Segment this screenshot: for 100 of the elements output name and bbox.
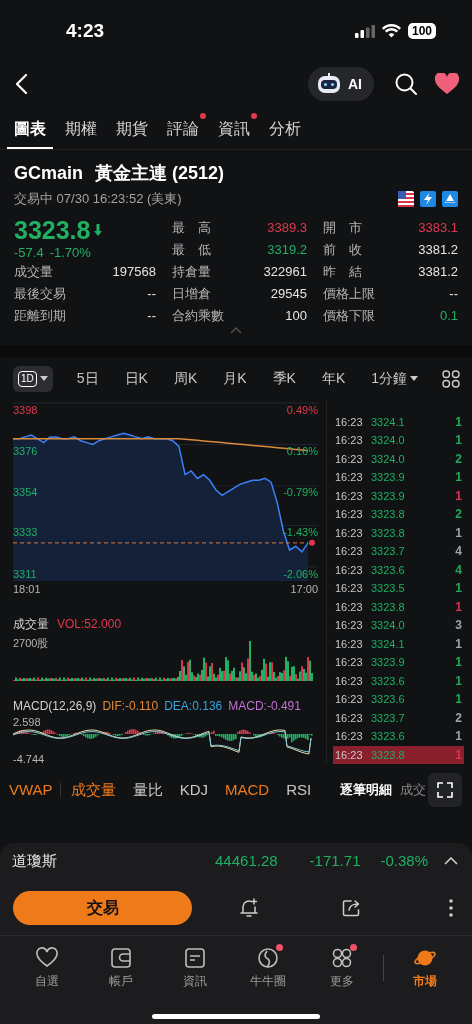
stat-value: 3383.1 (418, 218, 458, 237)
tick-row[interactable]: 16:23 3323.6 4 (333, 560, 464, 579)
index-name: 道瓊斯 (12, 850, 58, 871)
detail-tab[interactable]: 逐筆明細 (340, 780, 392, 800)
stat-label: 合約乘數 (172, 306, 224, 325)
macd-reading: MACD:-0.491 (228, 697, 301, 715)
period-tab[interactable]: 季K (270, 368, 298, 389)
tab[interactable]: 圖表 (7, 111, 53, 149)
macd-title: MACD(12,26,9) (13, 697, 97, 715)
last-price: 3323.8 (14, 216, 91, 243)
stat-value: 3381.2 (418, 262, 458, 281)
tick-row[interactable]: 16:23 3323.8 2 (333, 505, 464, 524)
trading-status: 交易中 07/30 16:23:52 (美東) (14, 190, 182, 208)
status-time: 4:23 (66, 18, 105, 43)
percent-label: -0.79% (283, 486, 318, 499)
stat-label: 價格上限 (323, 284, 375, 303)
detail-tab[interactable]: 成交 (400, 780, 426, 800)
stat-value: 3319.2 (267, 240, 307, 259)
period-tab[interactable]: 5日 (74, 368, 101, 389)
stat-value: 100 (285, 306, 307, 325)
index-change: -171.71 (309, 850, 361, 871)
volume-title: 成交量 (13, 615, 49, 633)
stat-label: 昨 結 (323, 262, 362, 281)
stat-label: 持倉量 (172, 262, 211, 281)
period-tab[interactable]: 1分鐘 (369, 368, 420, 389)
macd-min-label: -4.744 (13, 752, 45, 767)
tick-row[interactable]: 16:23 3323.8 1 (333, 745, 464, 764)
tab[interactable]: 期權 (58, 111, 104, 149)
stat-label: 開 市 (323, 218, 362, 237)
stat-label: 成交量 (14, 262, 53, 281)
stat-value: -- (449, 284, 458, 303)
stat-label: 最 低 (172, 240, 211, 259)
instrument-name: 黃金主連 (2512) (95, 162, 225, 185)
tick-row[interactable]: 16:23 3323.6 1 (333, 671, 464, 690)
indicator-tab[interactable]: MACD (224, 778, 270, 802)
index-percent: -0.38% (380, 850, 428, 871)
stat-value: 0.1 (439, 306, 458, 325)
stat-label: 最後交易 (14, 284, 66, 303)
tick-row[interactable]: 16:23 3324.1 1 (333, 412, 464, 431)
price-change: -57.4 (14, 243, 44, 261)
nav-tab[interactable]: 自選 (10, 946, 84, 990)
stat-value: -- (147, 306, 156, 325)
period-tab[interactable]: 日K (122, 368, 150, 389)
stat-value: 322961 (263, 262, 307, 281)
percent-label: -2.06% (283, 567, 318, 580)
percent-change: -1.70% (49, 243, 91, 261)
dea-reading: DEA:0.136 (164, 697, 223, 715)
period-tab[interactable]: 月K (221, 368, 249, 389)
period-tab[interactable]: 1D (13, 365, 53, 392)
tick-row[interactable]: 16:23 3324.1 1 (333, 634, 464, 653)
axis-label: 3398 (13, 403, 38, 416)
stat-value: 29545 (270, 284, 307, 303)
index-value: 44461.28 (215, 850, 278, 871)
nav-tab[interactable]: 牛牛圈 (231, 946, 306, 990)
tick-row[interactable]: 16:23 3323.7 4 (333, 542, 464, 561)
stat-value: 197568 (112, 262, 156, 281)
stat-label: 日增倉 (172, 284, 211, 303)
tick-row[interactable]: 16:23 3323.7 2 (333, 708, 464, 727)
tick-row[interactable]: 16:23 3323.8 1 (333, 523, 464, 542)
battery-indicator: 100 (407, 23, 436, 39)
trade-button[interactable]: 交易 (13, 891, 192, 925)
tick-row[interactable]: 16:23 3323.8 1 (333, 597, 464, 616)
stat-value: 3389.3 (267, 218, 307, 237)
nav-tab[interactable]: 更多 (305, 946, 380, 990)
nav-tab[interactable]: 市場 (388, 946, 462, 990)
indicator-tab[interactable]: RSI (286, 778, 312, 802)
indicator-tab[interactable]: 成交量 (70, 778, 116, 802)
ai-button[interactable]: AI (308, 67, 374, 101)
axis-label: 3311 (13, 567, 37, 580)
tick-row[interactable]: 16:23 3323.9 1 (333, 486, 464, 505)
tick-row[interactable]: 16:23 3323.6 1 (333, 690, 464, 709)
tab[interactable]: 評論 (160, 111, 206, 149)
tick-row[interactable]: 16:23 3323.5 1 (333, 579, 464, 598)
indicator-tab[interactable]: 量比 (132, 778, 163, 802)
axis-label: 3376 (13, 444, 38, 457)
volume-scale: 2700股 (13, 635, 49, 651)
period-tab[interactable]: 周K (171, 368, 200, 389)
axis-label: 3354 (13, 486, 38, 499)
stat-label: 前 收 (323, 240, 362, 259)
stat-label: 價格下限 (323, 306, 375, 325)
tab[interactable]: 期貨 (109, 111, 155, 149)
nav-tab[interactable]: 帳戶 (83, 946, 158, 990)
tick-row[interactable]: 16:23 3323.9 1 (333, 468, 464, 487)
tab[interactable]: 資訊 (211, 111, 257, 149)
dif-reading: DIF:-0.110 (102, 697, 159, 715)
tick-row[interactable]: 16:23 3324.0 3 (333, 616, 464, 635)
tick-row[interactable]: 16:23 3323.9 1 (333, 653, 464, 672)
tick-row[interactable]: 16:23 3324.0 1 (333, 431, 464, 450)
tick-row[interactable]: 16:23 3324.0 2 (333, 449, 464, 468)
period-tab[interactable]: 年K (319, 368, 348, 389)
indicator-tab[interactable]: VWAP (9, 778, 53, 802)
percent-label: 0.49% (286, 403, 318, 416)
symbol-code: GCmain (14, 162, 83, 185)
indicator-tab[interactable]: KDJ (179, 778, 208, 802)
stat-label: 距離到期 (14, 306, 66, 325)
tab[interactable]: 分析 (262, 111, 308, 149)
stat-value: -- (147, 284, 156, 303)
nav-tab[interactable]: 資訊 (157, 946, 232, 990)
time-label: 17:00 (290, 581, 318, 595)
tick-row[interactable]: 16:23 3323.6 1 (333, 727, 464, 746)
